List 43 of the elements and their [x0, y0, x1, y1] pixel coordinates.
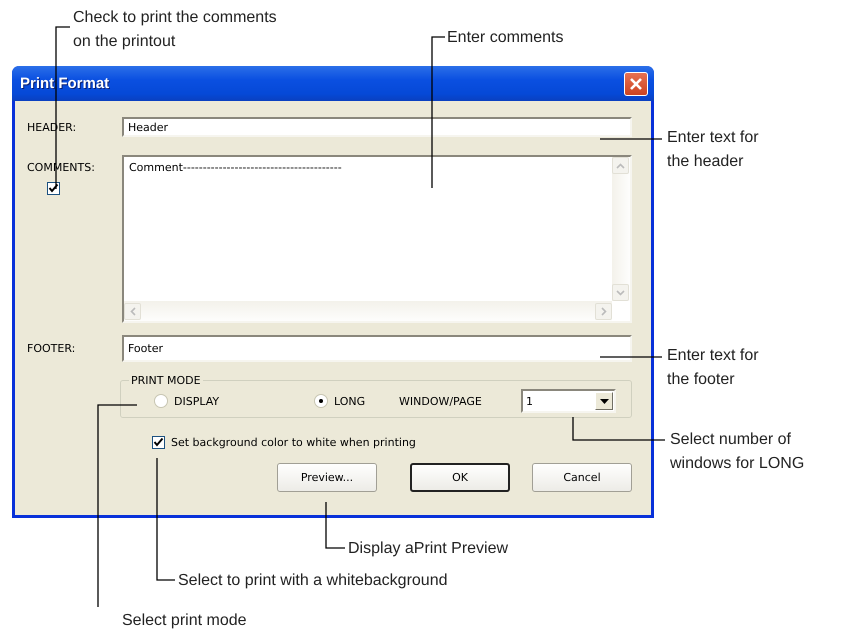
window-page-dropdown[interactable]: 1 [521, 389, 616, 413]
callout-text: Select number of windows for LONG [670, 430, 804, 474]
chevron-right-icon [600, 306, 606, 316]
callout-text: Display aPrint Preview [348, 539, 508, 559]
radio-button[interactable] [314, 394, 328, 408]
scroll-down-button[interactable] [612, 284, 629, 301]
scroll-left-button[interactable] [124, 302, 141, 320]
checkbox[interactable] [152, 436, 165, 449]
radio-label: DISPLAY [174, 394, 220, 408]
close-button[interactable] [624, 72, 648, 96]
chevron-down-icon [616, 290, 625, 296]
comments-field[interactable]: Comment---------------------------------------- [122, 155, 632, 323]
field-value: Comment---------------------------------------- [129, 161, 342, 174]
radio-label: LONG [334, 394, 366, 408]
group-title: PRINT MODE [130, 374, 202, 387]
dialog-button[interactable]: OK [410, 463, 510, 492]
callout-text: Enter comments [447, 28, 564, 48]
horizontal-scrollbar[interactable] [124, 301, 612, 321]
radio-button[interactable] [154, 394, 168, 408]
field-label: WINDOW/PAGE [399, 394, 483, 408]
chevron-left-icon [130, 306, 136, 316]
field-label: FOOTER: [27, 342, 76, 355]
vertical-scrollbar[interactable] [612, 157, 630, 301]
leader-line [600, 138, 662, 140]
checkbox-label: Set background color to white when printing [171, 436, 416, 449]
close-icon [628, 76, 644, 92]
callout-text: Select print mode [122, 611, 247, 631]
dialog-button[interactable]: Cancel [532, 463, 632, 492]
leader-line [325, 502, 345, 549]
callout-text: Select to print with a whitebackground [178, 571, 448, 591]
dropdown-arrow-icon [600, 398, 608, 404]
callout-text: Enter text for the header [667, 128, 759, 172]
scroll-right-button[interactable] [595, 302, 612, 320]
window-title: Print Format [20, 75, 110, 92]
footer-field[interactable]: Footer [122, 335, 632, 362]
callout-text: Check to print the comments on the printout [73, 8, 277, 52]
header-field[interactable]: Header [122, 117, 632, 137]
checkbox[interactable] [47, 182, 60, 195]
scroll-up-button[interactable] [612, 157, 629, 174]
leader-line [600, 356, 662, 358]
chevron-up-icon [616, 162, 625, 168]
callout-text: Enter text for the footer [667, 346, 759, 390]
dialog-button[interactable]: Preview... [277, 463, 377, 492]
